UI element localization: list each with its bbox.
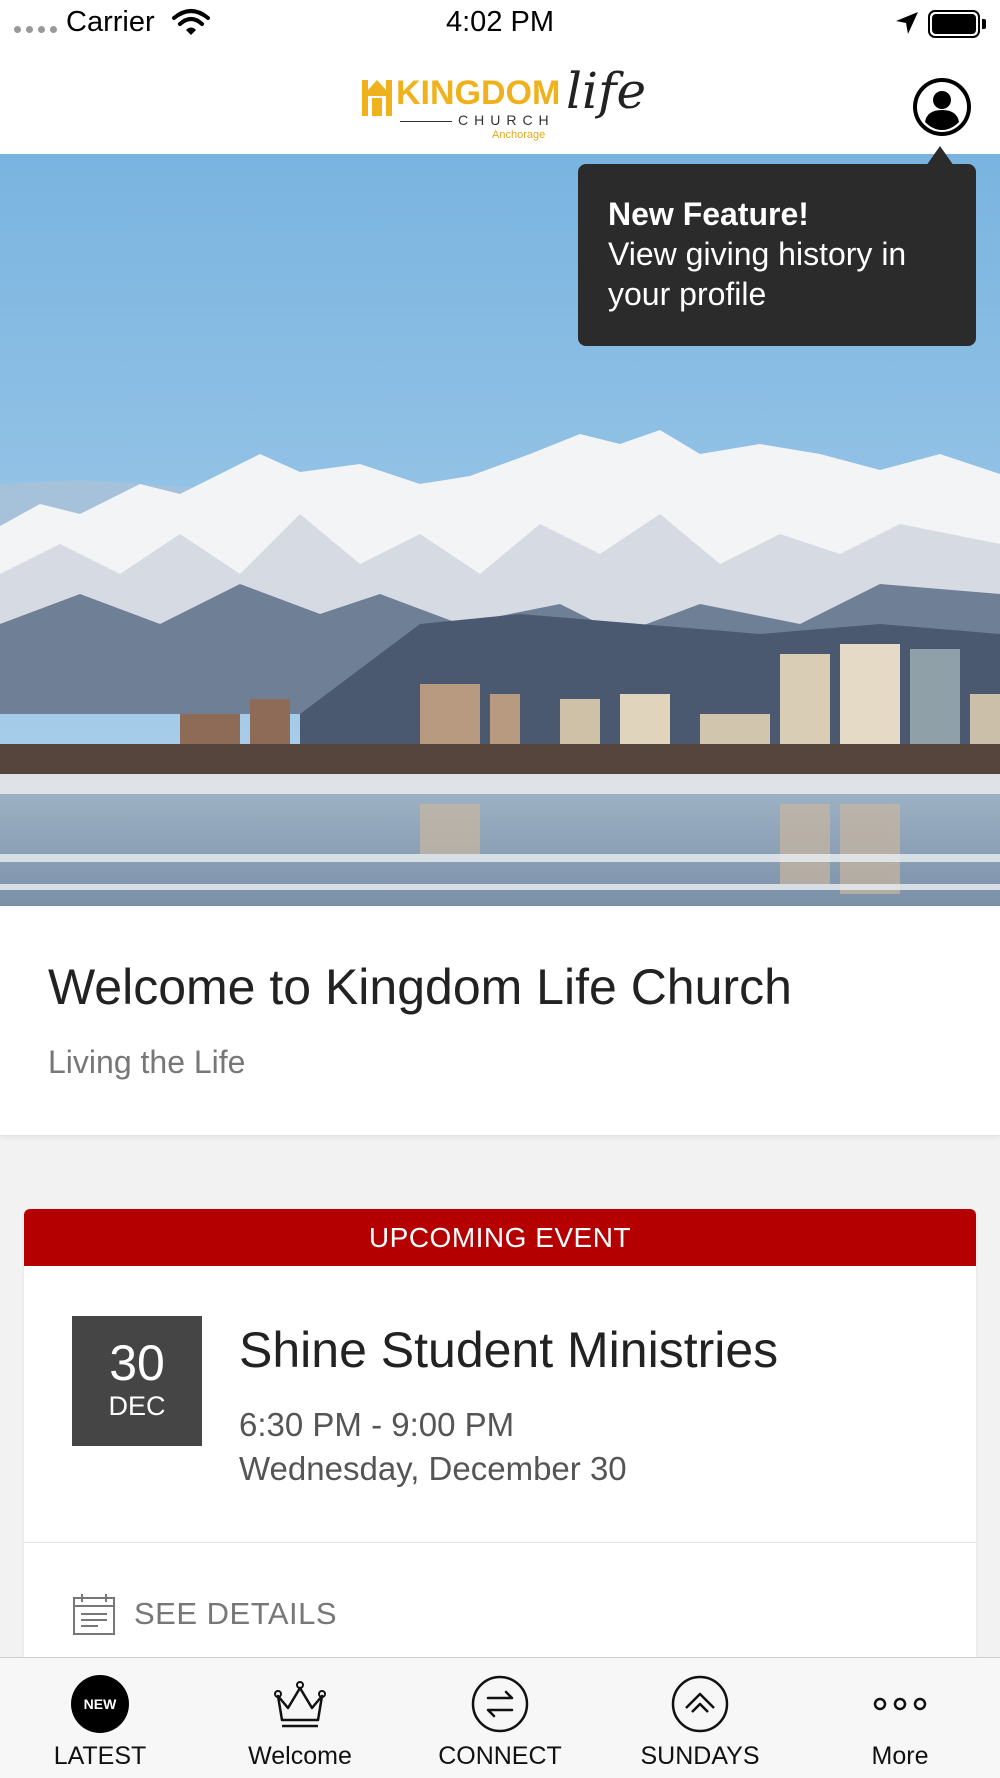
profile-button[interactable] [913,78,971,136]
event-date-box: 30 DEC [72,1316,202,1446]
tab-label: Welcome [248,1742,352,1770]
welcome-title: Welcome to Kingdom Life Church [48,959,792,1015]
user-circle-icon [917,82,967,132]
tab-sundays[interactable]: SUNDAYS [600,1658,800,1778]
app-header: KINGDOM life CHURCH Anchorage [0,48,1000,154]
crown-icon [274,1681,326,1728]
new-badge-icon: NEW [70,1674,130,1734]
tab-more[interactable]: More [800,1658,1000,1778]
divider [24,1542,976,1543]
event-date: Wednesday, December 30 [239,1450,627,1487]
tab-welcome[interactable]: Welcome [200,1658,400,1778]
event-banner: UPCOMING EVENT [24,1209,976,1266]
battery-icon [928,10,986,38]
tooltip-arrow [926,146,954,166]
church-logo: KINGDOM life CHURCH Anchorage [358,62,646,142]
event-title: Shine Student Ministries [239,1322,779,1378]
welcome-subtitle: Living the Life [48,1044,246,1080]
tooltip-body: View giving history in your profile [608,236,907,312]
new-feature-tooltip[interactable]: New Feature! View giving history in your… [578,164,976,346]
more-dots-icon [873,1697,927,1711]
logo-life-text: life [566,62,647,120]
logo-kingdom-text: KINGDOM [396,74,561,112]
crown-crest-icon [362,80,392,116]
see-details-button[interactable]: SEE DETAILS [72,1589,337,1639]
tab-label: SUNDAYS [640,1742,760,1770]
upcoming-event-card[interactable]: UPCOMING EVENT 30 DEC Shine Student Mini… [24,1209,976,1669]
tab-label: More [871,1742,929,1770]
tooltip-title: New Feature! [608,196,809,232]
logo-location-text: Anchorage [492,129,546,141]
tab-connect[interactable]: CONNECT [400,1658,600,1778]
tab-label: LATEST [53,1742,147,1770]
double-chevron-up-icon [671,1675,729,1733]
event-month: DEC [108,1391,166,1421]
see-details-label: SEE DETAILS [134,1596,338,1631]
welcome-card[interactable]: Welcome to Kingdom Life Church Living th… [0,906,1000,1136]
new-badge: NEW [71,1675,129,1733]
event-day: 30 [109,1335,165,1391]
tab-latest[interactable]: NEW LATEST [0,1658,200,1778]
logo-rule [400,121,452,122]
tab-label: CONNECT [438,1742,562,1770]
exchange-arrows-icon [471,1675,529,1733]
event-time: 6:30 PM - 9:00 PM [239,1406,515,1443]
calendar-icon [73,1594,115,1635]
bottom-tab-bar: NEW LATEST Welcome CONNECT SUNDAYS More [0,1657,1000,1778]
logo-church-text: CHURCH [458,112,555,128]
status-bar: Carrier 4:02 PM [0,0,1000,48]
location-arrow-icon [896,12,918,34]
clock-time: 4:02 PM [446,6,554,38]
